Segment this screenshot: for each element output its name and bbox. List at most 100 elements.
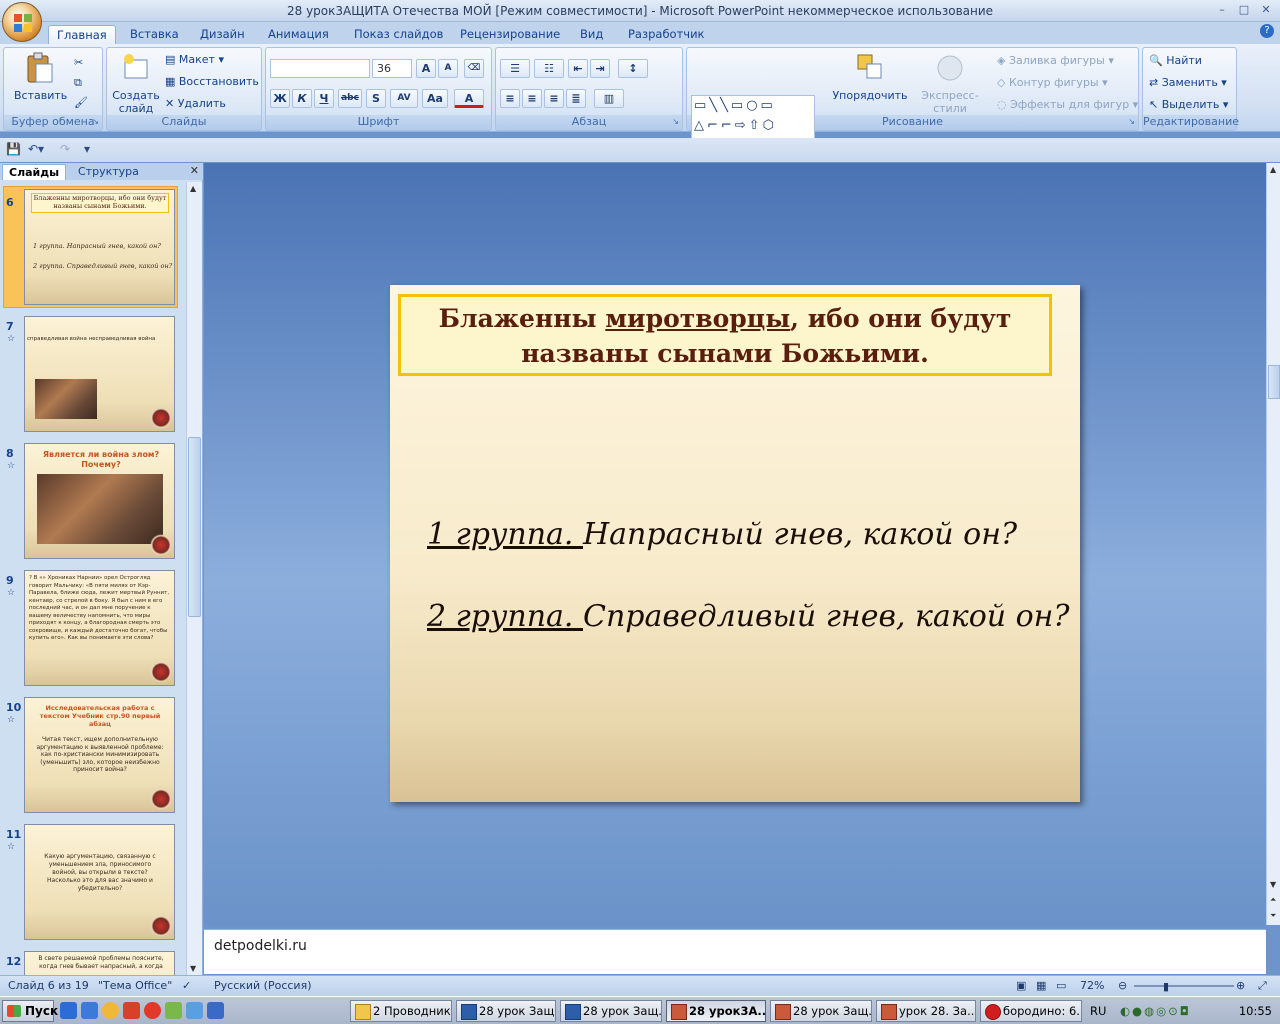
arrange-button[interactable]: Упорядочить bbox=[831, 52, 909, 102]
tab-developer[interactable]: Разработчик bbox=[620, 25, 713, 44]
increase-indent-button[interactable]: ⇥ bbox=[590, 59, 610, 78]
zoom-level[interactable]: 72% bbox=[1080, 979, 1104, 992]
new-slide-button[interactable]: Создать слайд bbox=[111, 52, 161, 115]
find-button[interactable]: 🔍 Найти bbox=[1149, 52, 1202, 70]
decrease-indent-button[interactable]: ⇤ bbox=[568, 59, 588, 78]
shape-fill-button[interactable]: ◈ Заливка фигуры ▾ bbox=[997, 52, 1114, 70]
app-icon[interactable] bbox=[186, 1002, 203, 1019]
maximize-button[interactable]: □ bbox=[1234, 3, 1254, 18]
quick-styles-button[interactable]: Экспресс-стили bbox=[907, 52, 993, 115]
pane-scrollbar[interactable]: ▲ ▼ bbox=[186, 182, 202, 975]
current-slide[interactable]: Блаженны миротворцы, ибо они будут назва… bbox=[390, 285, 1080, 802]
taskbar-explorer[interactable]: 2 Проводник bbox=[350, 1000, 452, 1022]
bullets-button[interactable]: ☰ bbox=[500, 59, 530, 78]
tab-home[interactable]: Главная bbox=[48, 25, 116, 44]
app-icon[interactable] bbox=[165, 1002, 182, 1019]
shape-effects-button[interactable]: ◌ Эффекты для фигур ▾ bbox=[997, 96, 1138, 114]
language-status[interactable]: Русский (Россия) bbox=[214, 979, 312, 992]
close-pane-icon[interactable]: ✕ bbox=[190, 164, 199, 177]
tab-view[interactable]: Вид bbox=[572, 25, 611, 44]
scroll-down-icon[interactable]: ▼ bbox=[190, 964, 196, 973]
undo-icon[interactable]: ↶▾ bbox=[28, 142, 44, 156]
reset-button[interactable]: ▦ Восстановить bbox=[165, 73, 259, 91]
align-right-button[interactable]: ≡ bbox=[544, 89, 564, 108]
shape-outline-button[interactable]: ◇ Контур фигуры ▾ bbox=[997, 74, 1108, 92]
scrollbar-thumb[interactable] bbox=[188, 437, 201, 617]
columns-button[interactable]: ▥ bbox=[594, 89, 624, 108]
tab-slideshow[interactable]: Показ слайдов bbox=[346, 25, 451, 44]
input-language[interactable]: RU bbox=[1090, 1004, 1106, 1018]
tab-slides[interactable]: Слайды bbox=[2, 164, 67, 180]
editor-scrollbar[interactable]: ▲ ▼ ⏶ ⏷ bbox=[1266, 163, 1280, 925]
customize-toolbar-icon[interactable]: ▾ bbox=[84, 142, 90, 156]
justify-button[interactable]: ≣ bbox=[566, 89, 586, 108]
slideshow-view-icon[interactable]: ▭ bbox=[1056, 979, 1066, 992]
copy-icon[interactable]: ⧉ bbox=[74, 74, 82, 92]
shrink-font-button[interactable]: A bbox=[438, 59, 458, 78]
thumb-slide-7[interactable]: справедливая война несправедливая война bbox=[24, 316, 175, 432]
taskbar-window[interactable]: 28 урок Защ... bbox=[770, 1000, 872, 1022]
layout-button[interactable]: ▤ Макет ▾ bbox=[165, 51, 224, 69]
format-painter-icon[interactable]: 🖌 bbox=[74, 94, 88, 112]
scroll-up-icon[interactable]: ▲ bbox=[190, 184, 196, 193]
tab-review[interactable]: Рецензирование bbox=[452, 25, 568, 44]
normal-view-icon[interactable]: ▣ bbox=[1016, 979, 1026, 992]
tab-animation[interactable]: Анимация bbox=[260, 25, 337, 44]
zoom-in-icon[interactable]: ⊕ bbox=[1236, 979, 1245, 992]
fit-window-icon[interactable]: ⤢ bbox=[1258, 979, 1267, 993]
zoom-out-icon[interactable]: ⊖ bbox=[1118, 979, 1127, 992]
media-icon[interactable] bbox=[123, 1002, 140, 1019]
save-icon[interactable]: 💾 bbox=[6, 142, 21, 156]
close-button[interactable]: ✕ bbox=[1256, 3, 1276, 18]
delete-slide-button[interactable]: ✕ Удалить bbox=[165, 95, 226, 113]
taskbar-opera[interactable]: бородино: 6... bbox=[980, 1000, 1082, 1022]
align-left-button[interactable]: ≡ bbox=[500, 89, 520, 108]
smiley-icon[interactable] bbox=[102, 1002, 119, 1019]
align-center-button[interactable]: ≡ bbox=[522, 89, 542, 108]
bold-button[interactable]: Ж bbox=[270, 89, 290, 108]
scrollbar-thumb[interactable] bbox=[1268, 365, 1280, 399]
desktop-icon[interactable] bbox=[81, 1002, 98, 1019]
cut-icon[interactable]: ✂ bbox=[74, 54, 83, 72]
shadow-button[interactable]: S bbox=[366, 89, 386, 108]
thumb-slide-8[interactable]: Является ли война злом? Почему? bbox=[24, 443, 175, 559]
underline-button[interactable]: Ч bbox=[314, 89, 334, 108]
font-name-field[interactable] bbox=[270, 59, 370, 78]
office-button[interactable] bbox=[2, 2, 42, 42]
opera-icon[interactable] bbox=[144, 1002, 161, 1019]
dialog-launcher-icon[interactable]: ↘ bbox=[1128, 117, 1135, 126]
paste-button[interactable]: Вставить bbox=[14, 52, 67, 102]
thumb-slide-12[interactable]: В свете решаемой проблемы поясните, когд… bbox=[24, 951, 175, 975]
line-spacing-button[interactable]: ↕ bbox=[618, 59, 648, 78]
slide-title[interactable]: Блаженны миротворцы, ибо они будут назва… bbox=[398, 294, 1052, 376]
font-size-field[interactable]: 36 bbox=[372, 59, 412, 78]
dialog-launcher-icon[interactable]: ↘ bbox=[672, 117, 679, 126]
font-color-button[interactable]: A bbox=[454, 89, 484, 108]
tab-design[interactable]: Дизайн bbox=[192, 25, 253, 44]
scroll-up-icon[interactable]: ▲ bbox=[1270, 165, 1276, 174]
redo-icon[interactable]: ↷ bbox=[60, 142, 70, 156]
zoom-slider[interactable] bbox=[1134, 985, 1234, 987]
group-2-question[interactable]: 2 группа. Справедливый гнев, какой он? bbox=[427, 599, 1070, 634]
minimize-button[interactable]: – bbox=[1212, 3, 1232, 18]
dialog-launcher-icon[interactable]: ↘ bbox=[92, 117, 99, 126]
notes-pane[interactable]: detpodelki.ru bbox=[204, 929, 1266, 974]
italic-button[interactable]: К bbox=[292, 89, 312, 108]
spacing-button[interactable]: AV bbox=[390, 89, 418, 108]
case-button[interactable]: Aa bbox=[422, 89, 448, 108]
help-icon[interactable]: ? bbox=[1260, 24, 1274, 38]
numbering-button[interactable]: ☷ bbox=[534, 59, 564, 78]
thumb-slide-9[interactable]: ? В «» Хрониках Нарнии» орел Острогляд г… bbox=[24, 570, 175, 686]
tab-outline[interactable]: Структура bbox=[72, 164, 145, 180]
tray-icons[interactable]: ◐●◍◎⊙◘ bbox=[1120, 1004, 1191, 1018]
app-icon[interactable] bbox=[207, 1002, 224, 1019]
start-button[interactable]: Пуск bbox=[2, 1000, 58, 1022]
taskbar-powerpoint-active[interactable]: 28 урок3А... bbox=[666, 1000, 766, 1022]
thumb-slide-11[interactable]: Какую аргументацию, связанную с уменьшен… bbox=[24, 824, 175, 940]
clock[interactable]: 10:55 bbox=[1239, 1004, 1272, 1018]
taskbar-window[interactable]: 28 урок Защ... bbox=[560, 1000, 662, 1022]
grow-font-button[interactable]: A bbox=[416, 59, 436, 78]
group-1-question[interactable]: 1 группа. Напрасный гнев, какой он? bbox=[427, 517, 1017, 552]
thumb-slide-10[interactable]: Исследовательская работа с текстом Учебн… bbox=[24, 697, 175, 813]
zoom-slider-thumb[interactable]: ▮ bbox=[1163, 980, 1169, 993]
